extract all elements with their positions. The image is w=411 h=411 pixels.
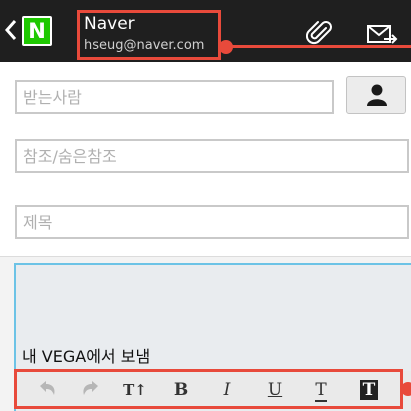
signature-text[interactable]: 내 VEGA에서 보냄	[22, 347, 150, 367]
attachment-icon[interactable]	[306, 20, 334, 48]
account-callout-dot	[219, 40, 233, 54]
back-arrow-icon[interactable]	[4, 18, 18, 42]
recipient-input[interactable]	[15, 80, 334, 114]
naver-logo-letter: N	[24, 18, 50, 44]
toolbar-callout-dot	[401, 382, 411, 396]
person-icon	[367, 84, 387, 106]
contact-picker-button[interactable]	[346, 76, 406, 114]
subject-input[interactable]	[15, 205, 409, 239]
account-callout-line	[232, 45, 411, 48]
account-callout-box	[77, 10, 221, 60]
send-mail-icon[interactable]	[366, 22, 398, 46]
cc-bcc-input[interactable]	[15, 139, 409, 173]
toolbar-callout-box	[14, 369, 403, 409]
naver-logo: N	[22, 16, 52, 46]
